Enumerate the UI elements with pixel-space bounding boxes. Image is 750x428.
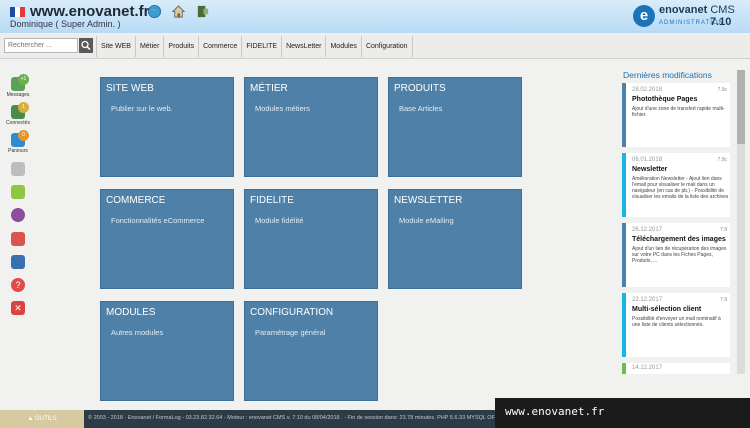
logout-icon[interactable] xyxy=(195,4,210,19)
tile-fidelite[interactable]: FIDELITE Module fidélité xyxy=(244,189,378,289)
card-title: Photothèque Pages xyxy=(632,96,698,103)
tile-subtitle: Publier sur le web. xyxy=(111,104,173,113)
cube-icon[interactable] xyxy=(11,162,25,176)
footer: ▲ OUTILS © 2003 - 2018 · Enovanet / Form… xyxy=(0,398,750,428)
nav-newsletter[interactable]: NewsLetter xyxy=(281,36,325,57)
card-title: Newsletter xyxy=(632,166,668,173)
globe-icon[interactable] xyxy=(147,4,162,19)
help-icon[interactable]: ? xyxy=(11,278,25,292)
tools-button[interactable]: ▲ OUTILS xyxy=(0,410,84,428)
box-icon[interactable] xyxy=(11,185,25,199)
change-card[interactable]: 06.01.2018 7.9c Newsletter Amélioration … xyxy=(622,153,730,217)
connected-badge: 1 xyxy=(18,102,29,113)
main-nav: Site WEB Métier Produits Commerce FIDELI… xyxy=(96,36,413,57)
card-version: 7.9c xyxy=(717,87,727,93)
site-url-text: www.enovanet.fr xyxy=(505,405,605,418)
card-date: 14.12.2017 xyxy=(632,365,663,371)
card-version: 7.9 xyxy=(720,297,727,303)
tile-newsletter[interactable]: NEWSLETTER Module eMailing xyxy=(388,189,522,289)
tile-title: COMMERCE xyxy=(106,195,166,206)
tile-produits[interactable]: PRODUITS Base Articles xyxy=(388,77,522,177)
card-title: Multi-sélection client xyxy=(632,306,702,313)
card-version: 7.9c xyxy=(717,157,727,163)
scrollbar-thumb[interactable] xyxy=(737,70,745,144)
card-version: 7.9 xyxy=(720,227,727,233)
sidebar: +1 Messages 1 Connectés 0 Paniours ? ✕ xyxy=(0,60,36,410)
tile-subtitle: Module fidélité xyxy=(255,216,304,225)
site-title[interactable]: www.enovanet.fr xyxy=(30,3,149,20)
connected-label: Connectés xyxy=(6,120,30,126)
header: www.enovanet.fr Dominique ( Super Admin.… xyxy=(0,0,750,33)
tile-title: PRODUITS xyxy=(394,83,446,94)
card-description: Ajout d'une zone de transfert rapide mul… xyxy=(632,106,725,118)
messages-label: Messages xyxy=(6,92,30,98)
baskets-label: Paniours xyxy=(8,148,28,154)
tile-site-web[interactable]: SITE WEB Publier sur le web. xyxy=(100,77,234,177)
gauge-icon[interactable] xyxy=(11,208,25,222)
user-name: Dominique ( Super Admin. ) xyxy=(10,19,121,29)
card-description: Ajout d'un lien de récupération des imag… xyxy=(632,246,727,264)
tile-title: FIDELITE xyxy=(250,195,294,206)
logo-name: enovanet CMS xyxy=(659,4,735,16)
card-description: Possibilité d'envoyer un mail nominatif … xyxy=(632,316,721,328)
tile-title: CONFIGURATION xyxy=(250,307,334,318)
toolbar: Site WEB Métier Produits Commerce FIDELI… xyxy=(0,34,750,59)
baskets-badge: 0 xyxy=(18,130,29,141)
search-input[interactable] xyxy=(4,38,78,53)
tile-subtitle: Fonctionnalités eCommerce xyxy=(111,216,205,225)
nav-modules[interactable]: Modules xyxy=(325,36,360,57)
change-card[interactable]: 28.02.2018 7.9c Photothèque Pages Ajout … xyxy=(622,83,730,147)
logo-icon: e xyxy=(633,5,655,27)
change-card[interactable]: 14.12.2017 xyxy=(622,363,730,374)
tile-commerce[interactable]: COMMERCE Fonctionnalités eCommerce xyxy=(100,189,234,289)
close-icon[interactable]: ✕ xyxy=(11,301,25,315)
tile-subtitle: Base Articles xyxy=(399,104,443,113)
book-icon[interactable] xyxy=(11,255,25,269)
tile-modules[interactable]: MODULES Autres modules xyxy=(100,301,234,401)
tile-title: NEWSLETTER xyxy=(394,195,463,206)
recent-changes-title: Dernières modifications xyxy=(623,70,712,80)
recent-changes-scrollbar[interactable] xyxy=(737,70,745,374)
tile-subtitle: Module eMailing xyxy=(399,216,454,225)
tile-title: MODULES xyxy=(106,307,156,318)
home-icon[interactable] xyxy=(171,4,186,19)
messages-badge: +1 xyxy=(18,74,29,85)
card-date: 26.12.2017 xyxy=(632,227,663,233)
tile-title: SITE WEB xyxy=(106,83,154,94)
card-date: 06.01.2018 xyxy=(632,157,663,163)
flag-fr-icon[interactable] xyxy=(10,7,25,17)
card-title: Téléchargement des images xyxy=(632,236,726,243)
nav-produits[interactable]: Produits xyxy=(163,36,198,57)
version-label: 7.10 xyxy=(710,16,732,28)
tile-metier[interactable]: MÉTIER Modules métiers xyxy=(244,77,378,177)
change-card[interactable]: 22.12.2017 7.9 Multi-sélection client Po… xyxy=(622,293,730,357)
search-button[interactable] xyxy=(79,38,93,53)
nav-site-web[interactable]: Site WEB xyxy=(96,36,135,57)
site-url-badge: www.enovanet.fr xyxy=(495,398,750,428)
tile-subtitle: Paramétrage général xyxy=(255,328,326,337)
nav-configuration[interactable]: Configuration xyxy=(360,36,413,57)
tile-configuration[interactable]: CONFIGURATION Paramétrage général xyxy=(244,301,378,401)
change-card[interactable]: 26.12.2017 7.9 Téléchargement des images… xyxy=(622,223,730,287)
search-icon xyxy=(81,40,91,51)
card-date: 28.02.2018 xyxy=(632,87,663,93)
nav-metier[interactable]: Métier xyxy=(134,36,163,57)
tile-title: MÉTIER xyxy=(250,83,288,94)
tile-subtitle: Autres modules xyxy=(111,328,164,337)
nav-fidelite[interactable]: FIDELITE xyxy=(241,36,281,57)
card-date: 22.12.2017 xyxy=(632,297,663,303)
card-description: Amélioration Newsletter - Ajout lien dan… xyxy=(632,176,729,200)
nav-commerce[interactable]: Commerce xyxy=(198,36,241,57)
chart-icon[interactable] xyxy=(11,232,25,246)
tile-subtitle: Modules métiers xyxy=(255,104,311,113)
